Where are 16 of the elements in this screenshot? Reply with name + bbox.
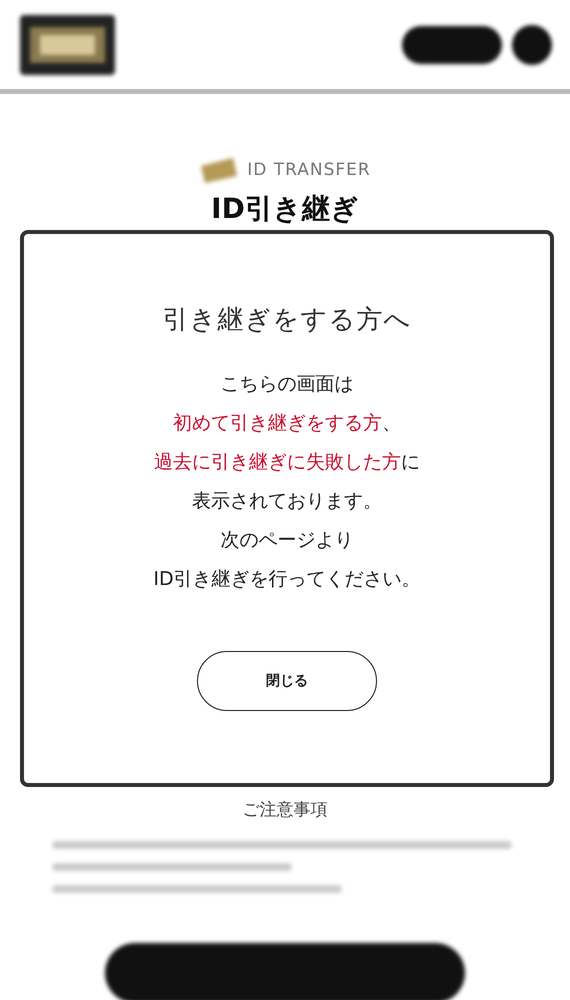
notice-heading: ご注意事項 xyxy=(242,799,328,821)
modal-text-line: 次のページより xyxy=(220,528,354,553)
page-title: ID引き継ぎ xyxy=(211,191,359,227)
modal-text-line: こちらの画面は xyxy=(220,372,354,397)
primary-button[interactable] xyxy=(105,943,465,1000)
modal-text-line: 初めて引き継ぎをする方、 xyxy=(172,411,401,436)
modal-text-line: 表示されております。 xyxy=(192,489,382,514)
header-button[interactable] xyxy=(402,26,502,64)
modal-text-line: 過去に引き継ぎに失敗した方に xyxy=(154,450,420,475)
modal-title: 引き継ぎをする方へ xyxy=(162,304,412,337)
menu-button[interactable] xyxy=(512,24,552,64)
modal-text-line: ID引き継ぎを行ってください。 xyxy=(153,567,421,592)
section-eyebrow: ID TRANSFER xyxy=(247,160,371,180)
close-button[interactable]: 閉じる xyxy=(197,651,377,711)
logo-icon xyxy=(20,14,115,74)
ticket-icon xyxy=(199,156,240,184)
